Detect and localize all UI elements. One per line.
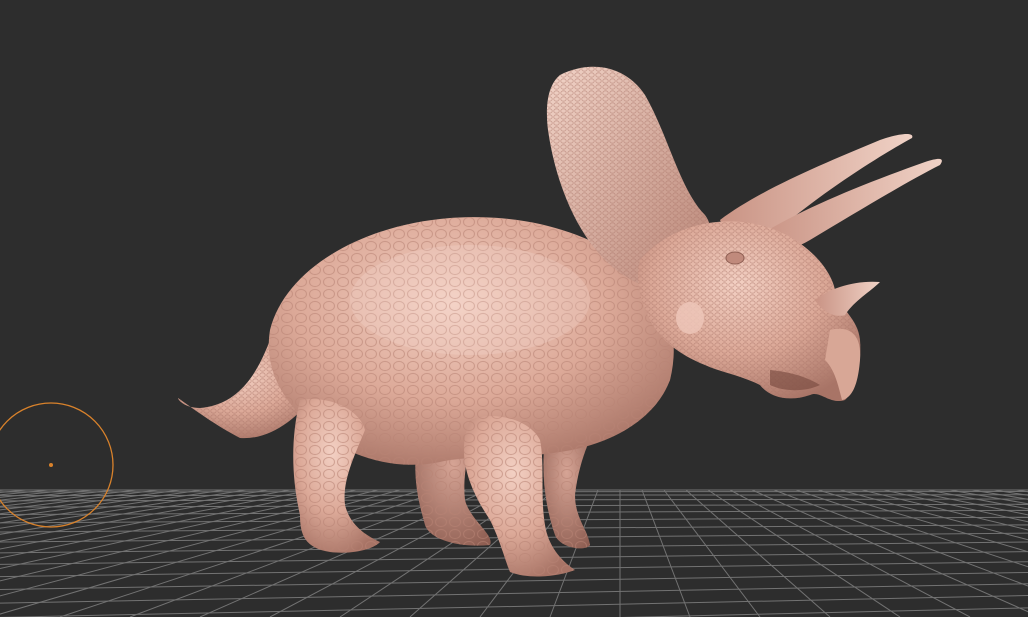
grid-line: [685, 489, 831, 617]
grid-line: [729, 489, 971, 617]
grid-line: [0, 489, 269, 535]
eye: [725, 251, 745, 265]
grid-line: [0, 595, 1028, 617]
viewport-canvas[interactable]: [0, 0, 1028, 617]
sculpt-viewport[interactable]: [0, 0, 1028, 617]
grid-line: [0, 489, 203, 519]
grid-line: [641, 489, 691, 617]
grid-line: [0, 489, 291, 542]
brush-cursor-icon: [0, 402, 114, 528]
grid-line: [0, 489, 93, 501]
grid-line: [663, 489, 761, 617]
grid-line: [621, 607, 1028, 617]
